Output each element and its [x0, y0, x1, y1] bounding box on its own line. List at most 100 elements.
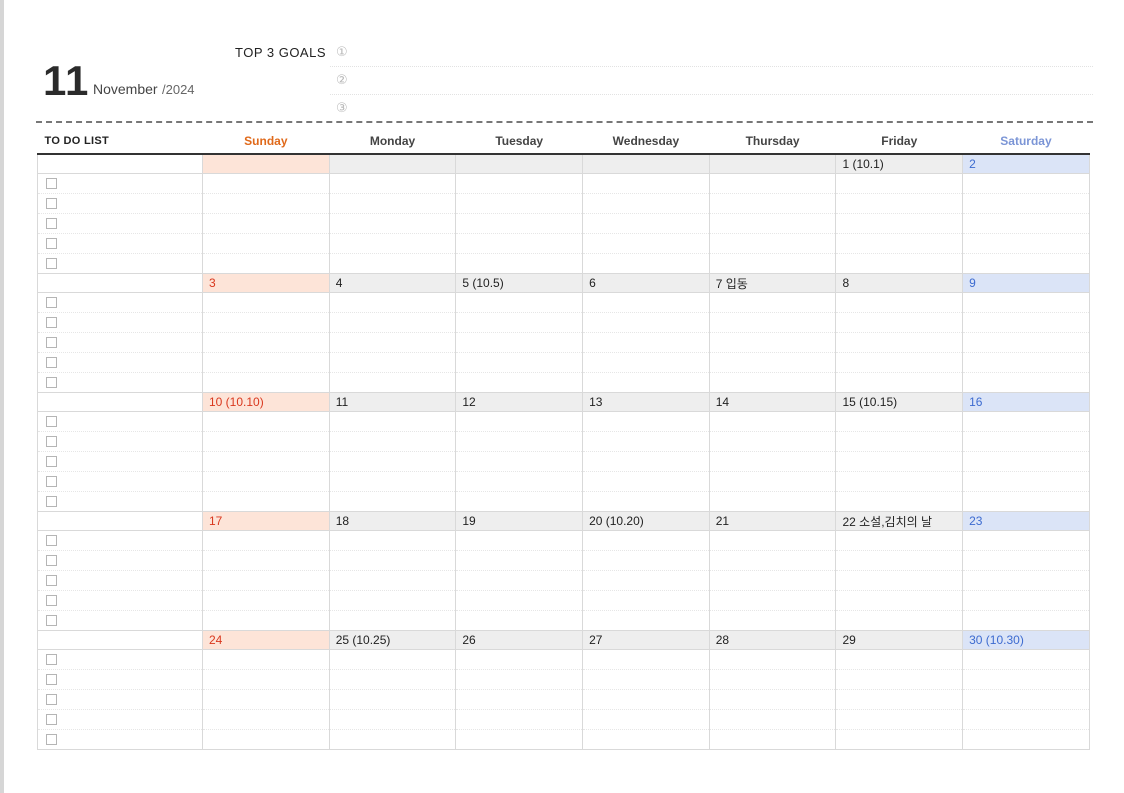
day-date-cell[interactable]: 14 — [708, 392, 837, 412]
day-note-line[interactable] — [962, 352, 1090, 373]
day-note-line[interactable] — [328, 610, 457, 631]
todo-item[interactable] — [37, 471, 203, 492]
todo-checkbox[interactable] — [46, 296, 57, 308]
day-note-line[interactable] — [328, 193, 457, 214]
day-note-line[interactable] — [202, 590, 330, 611]
day-note-line[interactable] — [455, 649, 584, 670]
day-note-line[interactable] — [582, 669, 710, 690]
todo-checkbox[interactable] — [46, 316, 57, 328]
todo-item[interactable] — [37, 292, 203, 313]
day-date-cell[interactable]: 21 — [708, 511, 837, 531]
day-note-line[interactable] — [835, 352, 964, 373]
day-date-cell[interactable]: 27 — [582, 630, 710, 650]
day-note-line[interactable] — [455, 590, 584, 611]
day-note-line[interactable] — [835, 610, 964, 631]
day-date-cell[interactable]: 4 — [328, 273, 457, 293]
day-date-cell[interactable]: 15 (10.15) — [835, 392, 964, 412]
day-note-line[interactable] — [962, 689, 1090, 710]
day-note-line[interactable] — [328, 292, 457, 313]
day-note-line[interactable] — [328, 689, 457, 710]
day-note-line[interactable] — [455, 193, 584, 214]
day-note-line[interactable] — [962, 173, 1090, 194]
day-note-line[interactable] — [835, 729, 964, 750]
day-note-line[interactable] — [455, 352, 584, 373]
day-date-cell[interactable]: 6 — [582, 273, 710, 293]
todo-checkbox[interactable] — [46, 257, 57, 269]
day-note-line[interactable] — [328, 312, 457, 333]
day-note-line[interactable] — [835, 173, 964, 194]
day-note-line[interactable] — [455, 312, 584, 333]
day-date-cell[interactable]: 13 — [582, 392, 710, 412]
day-note-line[interactable] — [582, 649, 710, 670]
todo-checkbox[interactable] — [46, 614, 57, 626]
todo-checkbox[interactable] — [46, 475, 57, 487]
day-note-line[interactable] — [962, 193, 1090, 214]
day-note-line[interactable] — [708, 411, 837, 432]
todo-checkbox[interactable] — [46, 217, 57, 229]
day-note-line[interactable] — [962, 530, 1090, 551]
day-note-line[interactable] — [962, 729, 1090, 750]
day-note-line[interactable] — [328, 709, 457, 730]
todo-item[interactable] — [37, 332, 203, 353]
day-date-cell[interactable]: 19 — [455, 511, 584, 531]
day-note-line[interactable] — [962, 312, 1090, 333]
day-note-line[interactable] — [962, 431, 1090, 452]
day-note-line[interactable] — [202, 312, 330, 333]
todo-item[interactable] — [37, 729, 203, 750]
day-note-line[interactable] — [582, 610, 710, 631]
day-note-line[interactable] — [328, 352, 457, 373]
day-date-cell[interactable]: 9 — [962, 273, 1090, 293]
day-note-line[interactable] — [582, 709, 710, 730]
goal-line-3[interactable]: ③ — [330, 96, 1093, 122]
day-note-line[interactable] — [202, 292, 330, 313]
day-date-cell[interactable]: 30 (10.30) — [962, 630, 1090, 650]
day-note-line[interactable] — [708, 332, 837, 353]
todo-checkbox[interactable] — [46, 574, 57, 586]
day-note-line[interactable] — [835, 193, 964, 214]
day-date-cell[interactable]: 12 — [455, 392, 584, 412]
day-note-line[interactable] — [708, 709, 837, 730]
day-note-line[interactable] — [835, 411, 964, 432]
todo-checkbox[interactable] — [46, 435, 57, 447]
todo-item[interactable] — [37, 193, 203, 214]
day-note-line[interactable] — [455, 411, 584, 432]
day-note-line[interactable] — [835, 312, 964, 333]
todo-item[interactable] — [37, 649, 203, 670]
day-note-line[interactable] — [708, 550, 837, 571]
day-note-line[interactable] — [708, 352, 837, 373]
day-note-line[interactable] — [328, 332, 457, 353]
day-note-line[interactable] — [328, 372, 457, 393]
day-note-line[interactable] — [708, 173, 837, 194]
day-note-line[interactable] — [708, 312, 837, 333]
day-note-line[interactable] — [962, 471, 1090, 492]
day-note-line[interactable] — [328, 451, 457, 472]
day-note-line[interactable] — [835, 253, 964, 274]
day-note-line[interactable] — [202, 431, 330, 452]
day-date-cell[interactable]: 18 — [328, 511, 457, 531]
day-note-line[interactable] — [835, 451, 964, 472]
day-note-line[interactable] — [582, 411, 710, 432]
day-note-line[interactable] — [328, 550, 457, 571]
day-note-line[interactable] — [202, 233, 330, 254]
day-note-line[interactable] — [455, 491, 584, 512]
day-note-line[interactable] — [202, 193, 330, 214]
day-date-cell[interactable]: 1 (10.1) — [835, 153, 964, 174]
todo-item[interactable] — [37, 253, 203, 274]
day-note-line[interactable] — [708, 530, 837, 551]
day-note-line[interactable] — [962, 550, 1090, 571]
day-note-line[interactable] — [835, 332, 964, 353]
todo-item[interactable] — [37, 213, 203, 234]
day-note-line[interactable] — [582, 233, 710, 254]
day-note-line[interactable] — [708, 689, 837, 710]
day-note-line[interactable] — [835, 292, 964, 313]
todo-checkbox[interactable] — [46, 534, 57, 546]
day-date-cell[interactable]: 28 — [708, 630, 837, 650]
day-note-line[interactable] — [202, 253, 330, 274]
day-note-line[interactable] — [962, 411, 1090, 432]
day-note-line[interactable] — [962, 570, 1090, 591]
day-note-line[interactable] — [835, 213, 964, 234]
day-note-line[interactable] — [835, 590, 964, 611]
day-note-line[interactable] — [328, 729, 457, 750]
day-note-line[interactable] — [455, 570, 584, 591]
day-date-cell[interactable]: 2 — [962, 153, 1090, 174]
